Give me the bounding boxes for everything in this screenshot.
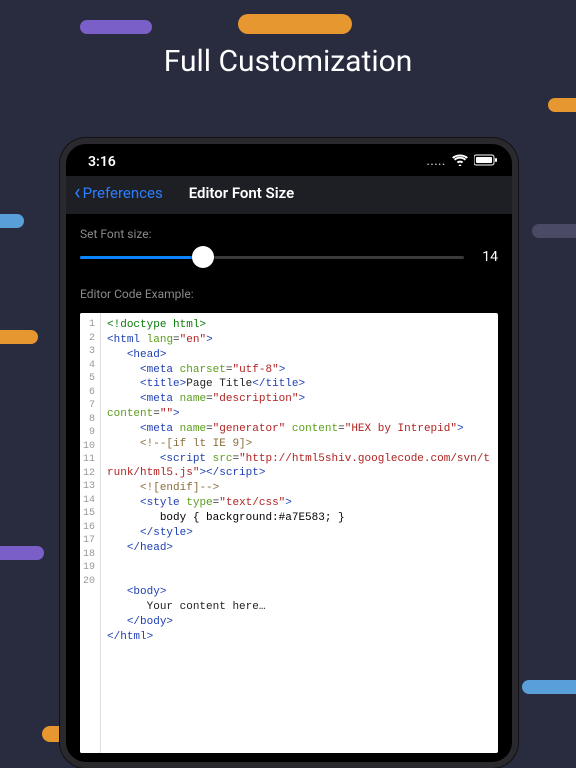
example-label: Editor Code Example: <box>66 275 512 307</box>
tablet-frame: 3:16 ..... ‹ Preferences Editor Font Siz… <box>60 138 518 768</box>
line-gutter: 1 2 3 4 5 6 7 8 9 10 11 12 13 14 15 16 1… <box>80 313 101 753</box>
accent-pill <box>532 224 576 238</box>
accent-pill <box>548 98 576 112</box>
wifi-icon <box>452 154 468 170</box>
accent-pill <box>0 546 44 560</box>
page-title: Editor Font Size <box>189 184 294 202</box>
accent-pill <box>522 680 576 694</box>
accent-pill <box>0 330 38 344</box>
back-chevron-icon[interactable]: ‹ <box>74 182 81 204</box>
code-content: <!doctype html> <html lang="en"> <head> … <box>101 313 498 753</box>
cellular-dots-icon: ..... <box>427 157 446 168</box>
hero-title: Full Customization <box>0 44 576 79</box>
status-bar: 3:16 ..... <box>66 144 512 176</box>
back-button[interactable]: Preferences <box>83 184 163 202</box>
accent-pill <box>0 214 24 228</box>
set-font-label: Set Font size: <box>66 215 512 247</box>
code-editor: 1 2 3 4 5 6 7 8 9 10 11 12 13 14 15 16 1… <box>80 313 498 753</box>
accent-pill <box>80 20 152 34</box>
status-time: 3:16 <box>88 154 116 170</box>
battery-icon <box>474 154 498 170</box>
navbar: ‹ Preferences Editor Font Size <box>66 176 512 215</box>
accent-pill <box>238 14 352 34</box>
font-size-value: 14 <box>478 249 498 265</box>
font-size-slider[interactable] <box>80 247 464 267</box>
